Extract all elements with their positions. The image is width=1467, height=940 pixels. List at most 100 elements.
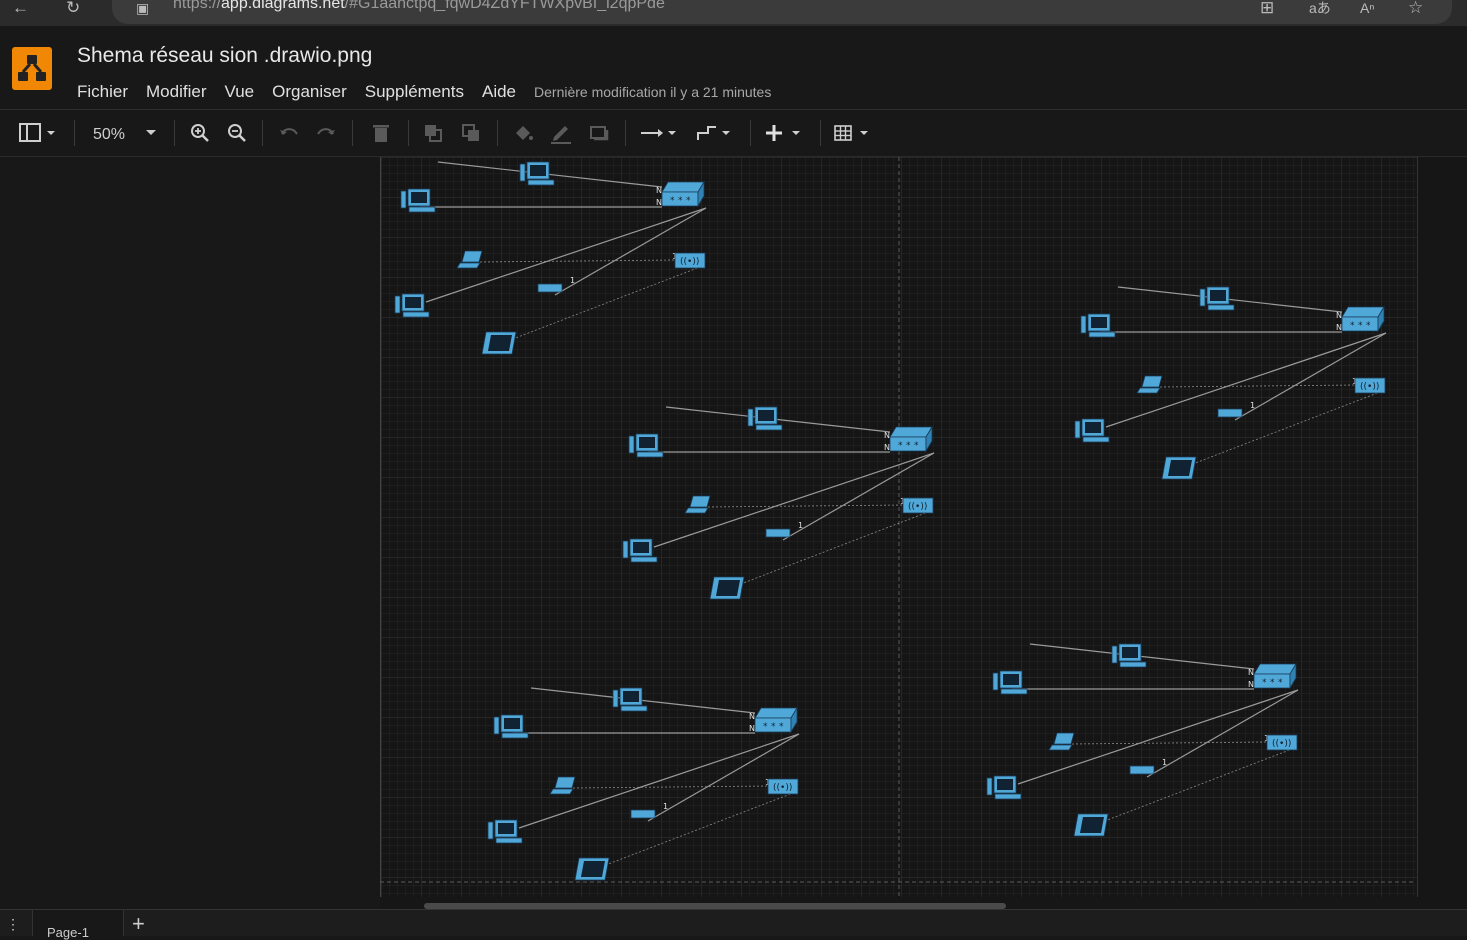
tablet-icon [574,857,610,881]
apps-icon[interactable]: ⊞ [1260,0,1274,22]
toolbar-separator [262,120,263,146]
undo-button[interactable] [276,120,302,146]
network-device-icon [630,809,656,819]
toolbar-separator [352,120,353,146]
waypoint-icon [697,126,730,140]
toolbar-separator [408,120,409,146]
to-back-button[interactable] [458,120,484,146]
connection-style-button[interactable] [638,120,682,146]
to-front-icon [425,125,442,142]
wifi-glyph: ((•)) [1272,739,1291,749]
insert-button[interactable] [762,120,806,146]
tablet-icon [1161,456,1197,480]
wifi-glyph: ((•)) [1360,382,1379,392]
redo-icon [317,128,335,135]
port-mark: * [1358,321,1363,331]
trash-icon [373,125,389,142]
wifi-glyph: ((•)) [680,257,699,267]
paint-bucket-icon [516,126,533,140]
port-label: N [884,443,890,452]
browser-toolbar: ← ↻ ▣ https://app.diagrams.net/#G1aanctp… [0,0,1467,26]
shadow-icon [590,126,609,141]
add-page-icon[interactable]: + [132,913,145,935]
toolbar-separator [74,120,75,146]
arrow-right-icon [641,129,676,137]
zoom-out-button[interactable] [224,120,250,146]
port-mark: * [914,441,919,451]
fill-color-button[interactable] [510,120,536,146]
drawio-logo-icon[interactable] [12,47,52,90]
desktop-pc-icon [519,161,555,186]
line-color-button[interactable] [548,120,574,146]
link-label: 1 [663,802,668,811]
port-mark: * [1366,321,1371,331]
translate-icon[interactable]: aあ [1309,0,1331,22]
laptop-icon [684,495,711,514]
waypoints-button[interactable] [694,120,738,146]
plus-icon [766,125,800,141]
diagram-canvas[interactable]: N N 1 1 ((•)) * * * N N 1 1 ((•)) * * * N N 1 1 ((•)) * * * N N 1 1… [380,157,1467,909]
delete-button[interactable] [368,120,394,146]
page-tab-label: Page-1 [47,925,89,940]
menu-organiser[interactable]: Organiser [272,82,347,102]
wifi-glyph: ((•)) [773,783,792,793]
url-text[interactable]: https://app.diagrams.net/#G1aanctpq_fqwD… [173,0,665,13]
last-modified-status[interactable]: Dernière modification il y a 21 minutes [534,84,771,100]
link-label: 1 [1162,758,1167,767]
menu-fichier[interactable]: Fichier [77,82,128,102]
read-aloud-icon[interactable]: Aⁿ [1360,0,1374,22]
format-panel-toggle-button[interactable] [16,120,62,146]
port-mark: * [1270,678,1275,688]
network-cluster: NN11((•))* * * [622,406,935,600]
port-mark: * [678,196,683,206]
table-button[interactable] [832,120,876,146]
site-info-icon[interactable]: ▣ [136,0,149,22]
toolbar-separator [497,120,498,146]
zoom-select[interactable]: 50% [86,120,162,146]
desktop-pc-icon [394,293,430,318]
favorite-icon[interactable]: ☆ [1408,0,1423,22]
desktop-pc-icon [400,188,436,213]
port-mark: * [1262,678,1267,688]
wifi-access-point-icon: ((•)) [1266,734,1298,751]
url-path: /#G1aanctpq_fqwD4ZdYFTWXpvBI_i2qpPde [344,0,665,12]
link-line [1071,741,1269,745]
undo-icon [280,128,298,135]
desktop-pc-icon [612,687,648,712]
redo-button[interactable] [313,120,339,146]
panel-layout-icon [19,123,55,142]
pages-menu-icon[interactable]: ⋮ [6,916,20,933]
document-title[interactable]: Shema réseau sion .drawio.png [77,44,372,68]
shadow-button[interactable] [586,120,612,146]
switch-icon: * * * [661,180,705,208]
network-device-icon [1217,408,1243,418]
reload-icon[interactable]: ↻ [66,0,80,22]
switch-icon: * * * [889,425,933,453]
menu-aide[interactable]: Aide [482,82,516,102]
wifi-access-point-icon: ((•)) [767,778,799,795]
port-label: N [749,712,755,721]
menu-modifier[interactable]: Modifier [146,82,206,102]
to-front-button[interactable] [420,120,446,146]
menu-supplements[interactable]: Suppléments [365,82,464,102]
toolbar: 50% [0,110,1467,157]
link-line [707,504,905,508]
link-line [572,785,770,789]
laptop-icon [1048,732,1075,751]
port-mark: * [670,196,675,206]
menu-vue[interactable]: Vue [224,82,254,102]
page-tab-bar: ⋮ Page-1 + [0,909,1467,940]
zoom-in-button[interactable] [187,120,213,146]
desktop-pc-icon [747,406,783,431]
network-diagram: NN11((•))* * *NN11((•))* * *NN11((•))* * *NN11… [380,157,1414,897]
port-label: N [1336,323,1342,332]
pencil-icon [551,126,571,144]
desktop-pc-icon [622,538,658,563]
desktop-pc-icon [487,819,523,844]
toolbar-separator [174,120,175,146]
link-line [479,259,677,263]
desktop-pc-icon [1199,286,1235,311]
page-tab[interactable]: Page-1 [32,910,124,940]
port-label: N [1336,311,1342,320]
back-icon[interactable]: ← [12,0,29,22]
